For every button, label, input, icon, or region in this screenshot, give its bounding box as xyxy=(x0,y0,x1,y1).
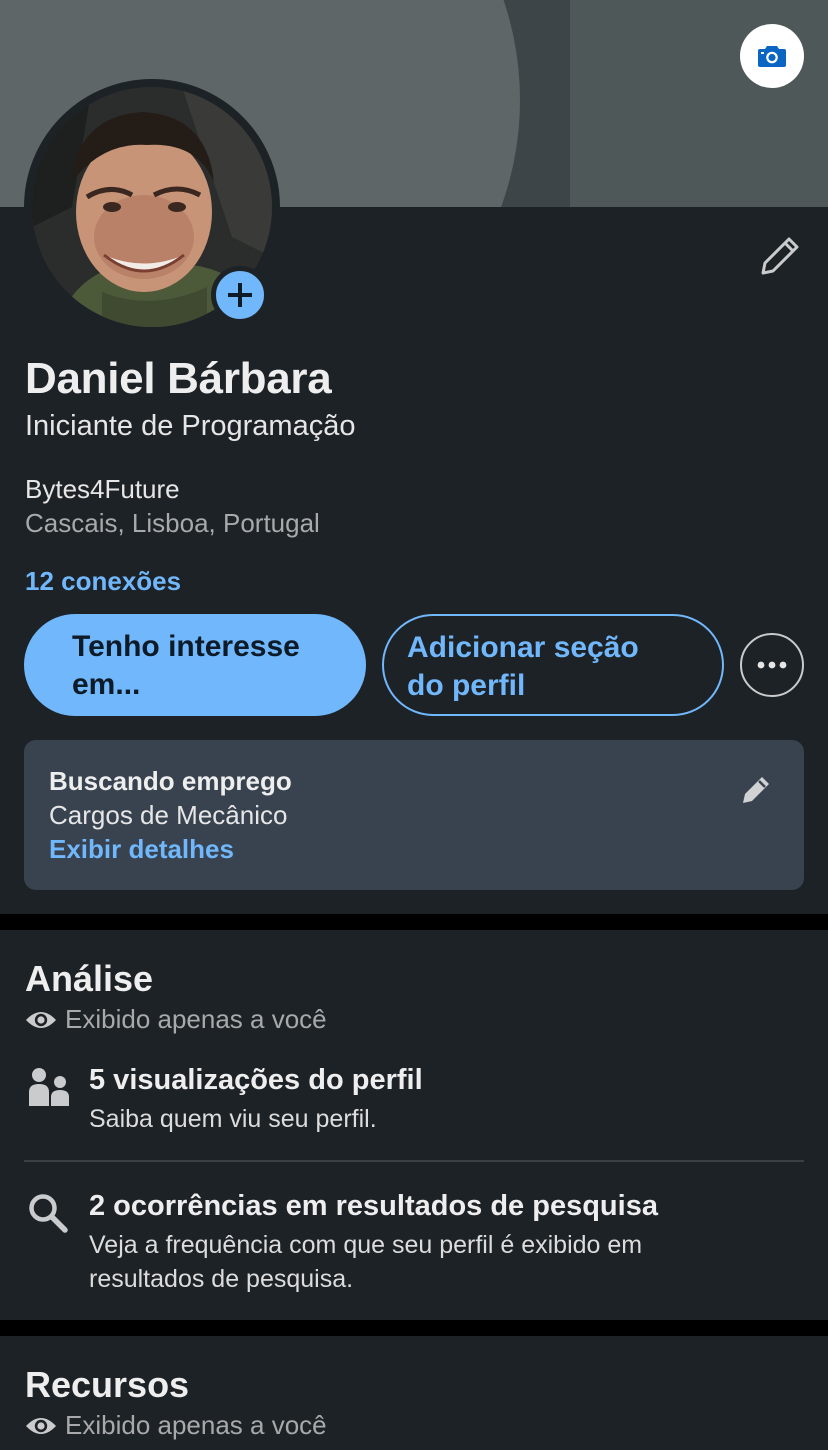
profile-views-description: Saiba quem viu seu perfil. xyxy=(89,1105,377,1133)
add-photo-button[interactable] xyxy=(211,266,269,324)
edit-background-button[interactable] xyxy=(740,24,804,88)
view-details-link[interactable]: Exibir detalhes xyxy=(49,834,234,865)
people-icon xyxy=(25,1064,71,1110)
profile-location: Cascais, Lisboa, Portugal xyxy=(25,508,320,538)
search-appearances-description: Veja a frequência com que seu perfil é e… xyxy=(89,1231,643,1293)
search-appearances-title: 2 ocorrências em resultados de pesquisa xyxy=(89,1190,658,1222)
resources-visibility-text: Exibido apenas a você xyxy=(65,1410,327,1440)
open-to-work-card[interactable]: Buscando emprego Cargos de Mecânico Exib… xyxy=(24,740,804,890)
open-to-work-title: Buscando emprego xyxy=(49,766,292,796)
profile-views-item[interactable]: 5 visualizações do perfil Saiba quem viu… xyxy=(0,1060,828,1150)
camera-icon xyxy=(758,46,786,67)
more-actions-button[interactable] xyxy=(740,633,804,697)
analytics-section: Análise Exibido apenas a você 5 visualiz… xyxy=(0,930,828,1320)
search-icon xyxy=(25,1190,71,1236)
pencil-icon xyxy=(761,237,799,275)
analytics-title: Análise xyxy=(25,958,154,999)
profile-top-card: Daniel Bárbara Iniciante de Programação … xyxy=(0,0,828,914)
open-to-label-line1: Tenho interesse xyxy=(72,630,300,663)
add-section-label-line2: do perfil xyxy=(407,669,526,702)
connections-link[interactable]: 12 conexões xyxy=(25,566,181,597)
edit-open-to-work-button[interactable] xyxy=(736,770,776,810)
eye-icon xyxy=(25,1415,57,1437)
analytics-visibility: Exibido apenas a você xyxy=(25,1004,327,1035)
resources-visibility: Exibido apenas a você xyxy=(25,1410,327,1441)
plus-icon xyxy=(228,283,252,307)
resources-section: Recursos Exibido apenas a você xyxy=(0,1336,828,1450)
pencil-icon xyxy=(743,777,769,803)
profile-headline: Iniciante de Programação xyxy=(25,410,356,442)
profile-name: Daniel Bárbara xyxy=(25,354,332,403)
profile-company[interactable]: Bytes4Future xyxy=(25,474,180,505)
add-profile-section-button[interactable]: Adicionar seção do perfil xyxy=(382,614,724,716)
profile-views-title: 5 visualizações do perfil xyxy=(89,1064,423,1096)
divider xyxy=(24,1160,804,1162)
analytics-visibility-text: Exibido apenas a você xyxy=(65,1004,327,1034)
open-to-work-roles: Cargos de Mecânico xyxy=(49,800,288,830)
add-section-label-line1: Adicionar seção xyxy=(407,631,639,664)
open-to-button[interactable]: Tenho interesse em... xyxy=(24,614,366,716)
open-to-label-line2: em... xyxy=(72,668,141,701)
resources-title: Recursos xyxy=(25,1364,190,1405)
eye-icon xyxy=(25,1009,57,1031)
edit-intro-button[interactable] xyxy=(754,230,806,282)
search-appearances-item[interactable]: 2 ocorrências em resultados de pesquisa … xyxy=(0,1186,828,1296)
more-icon xyxy=(757,661,787,669)
